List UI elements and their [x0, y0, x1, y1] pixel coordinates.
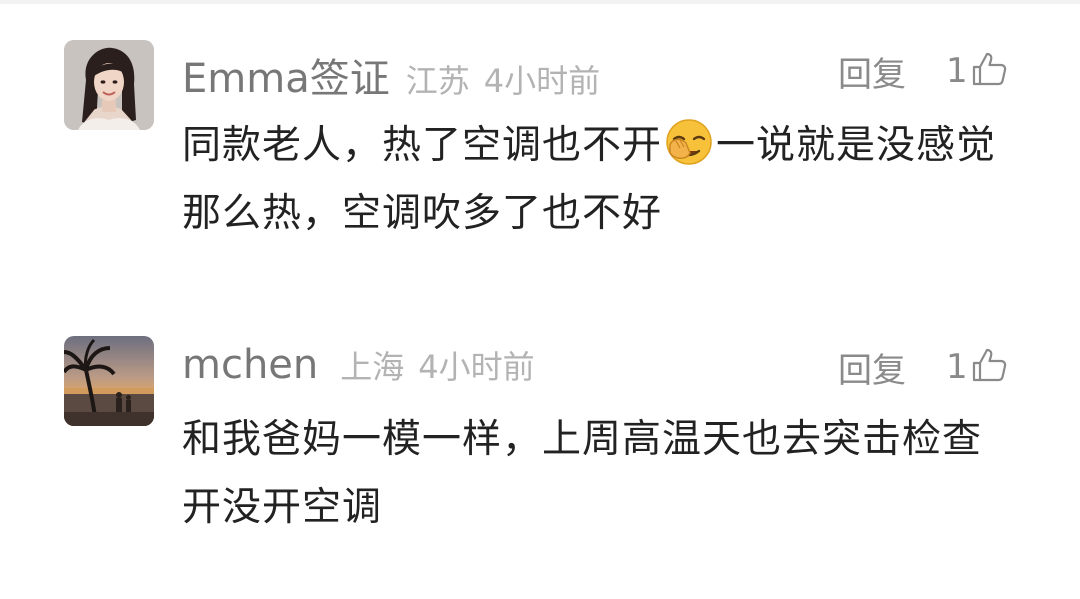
like-button[interactable]: 1 — [946, 347, 1008, 387]
comment-text-part: 和我爸妈一模一样，上周高温天也去突击检查开没开空调 — [182, 417, 983, 530]
avatar[interactable] — [64, 336, 154, 426]
comment-text: 和我爸妈一模一样，上周高温天也去突击检查开没开空调 — [182, 406, 1002, 542]
avatar[interactable] — [64, 40, 154, 130]
comment-text: 同款老人，热了空调也不开 一说就是没感觉那么热，空调吹多了也不好 — [182, 112, 1022, 248]
username[interactable]: Emma签证 — [182, 46, 390, 104]
comment-header: mchen 上海 4小时前 — [182, 342, 535, 392]
like-count: 1 — [946, 347, 968, 387]
woman-portrait-avatar — [64, 40, 154, 130]
location: 上海 — [340, 348, 405, 386]
like-count: 1 — [946, 51, 968, 91]
comment-actions: 回复 1 — [838, 46, 1008, 96]
comment-actions: 回复 1 — [838, 342, 1008, 392]
thumbs-up-icon — [972, 348, 1006, 382]
timestamp: 4小时前 — [418, 348, 535, 386]
face-palm-emoji-icon — [666, 119, 712, 165]
reply-button[interactable]: 回复 — [838, 47, 906, 96]
location: 江苏 — [405, 62, 470, 100]
like-button[interactable]: 1 — [946, 51, 1008, 91]
palm-tree-sunset-avatar — [64, 336, 154, 426]
reply-button[interactable]: 回复 — [838, 343, 906, 392]
top-divider — [0, 0, 1080, 4]
comment-text-part: 同款老人，热了空调也不开 — [182, 123, 663, 168]
username[interactable]: mchen — [182, 342, 318, 388]
timestamp: 4小时前 — [483, 62, 601, 100]
comment-header: Emma签证 江苏 4小时前 — [182, 46, 600, 102]
thumbs-up-icon — [972, 52, 1006, 86]
